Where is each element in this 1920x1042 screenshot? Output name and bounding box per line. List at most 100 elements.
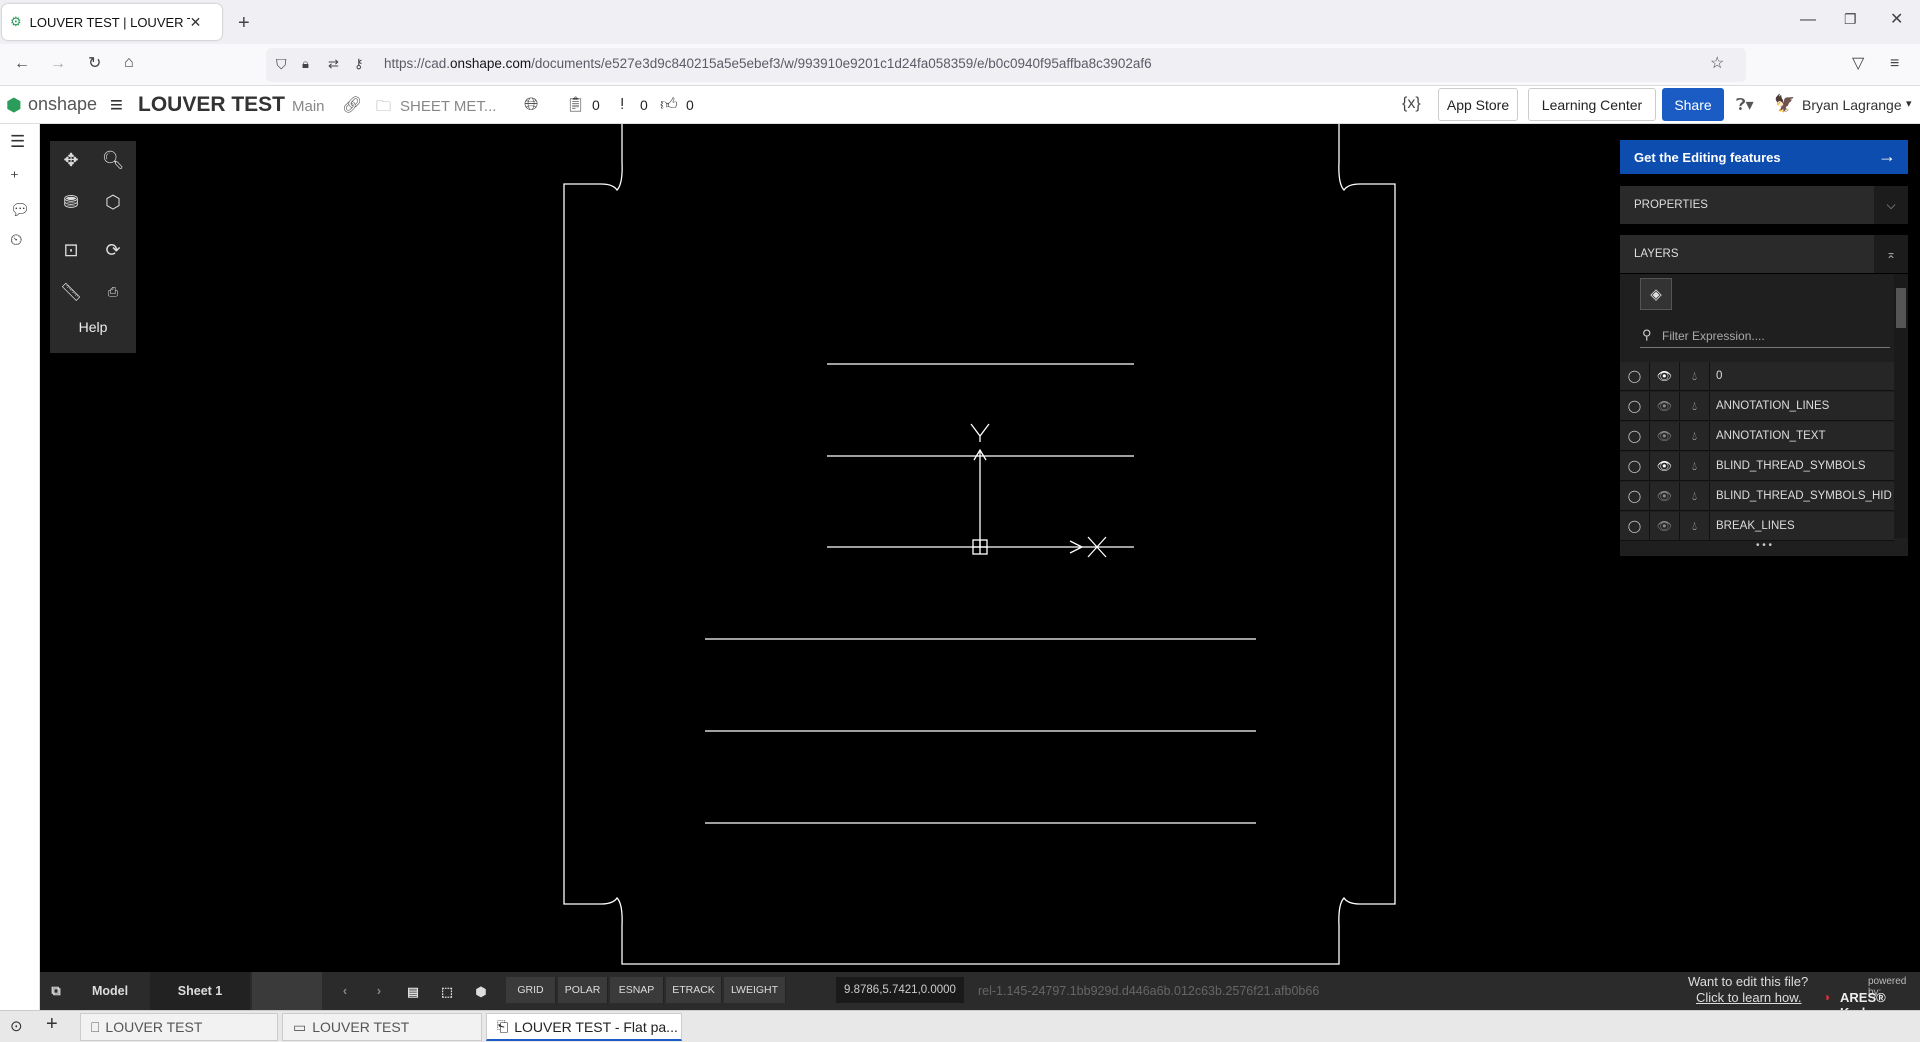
history-icon[interactable]: ⏲ [10,232,22,250]
branches-icon[interactable]: ⵑ [620,95,624,113]
variables-icon[interactable]: {x} [1402,95,1421,113]
help-icon[interactable]: ❓︎▾ [1736,95,1754,115]
layer-color-drop-icon[interactable]: 💧︎ [1680,481,1710,511]
forward-icon[interactable]: → [50,56,66,72]
add-tab-icon[interactable]: + [46,1013,58,1036]
layer-visibility-eye-icon[interactable]: 👁︎ [1650,481,1680,511]
tab-sheet-1[interactable]: Sheet 1 [150,972,250,1010]
layer-row[interactable]: ◯ 👁︎ 💧︎ BLIND_THREAD_SYMBOLS [1620,451,1894,481]
address-bar[interactable]: ⛉ 🔒︎ ⇄ ⚷ https://cad.onshape.com/documen… [266,48,1746,82]
layer-current-radio[interactable]: ◯ [1620,451,1650,481]
layer-name[interactable]: ANNOTATION_LINES [1710,400,1892,412]
expand-icon[interactable]: ⌵ [1874,186,1908,224]
layer-manager-icon[interactable]: ◈ [1640,278,1672,310]
layer-visibility-eye-icon[interactable]: 👁︎ [1650,421,1680,451]
grid-toggle[interactable]: GRID [506,977,556,1003]
hamburger-icon[interactable]: ≡ [110,92,123,118]
properties-header[interactable]: PROPERTIES ⌵ [1620,186,1908,224]
layout-icon[interactable]: ▤ [398,972,428,1010]
layer-name[interactable]: BLIND_THREAD_SYMBOLS_HIDDE [1710,490,1892,502]
prev-sheet-icon[interactable]: ‹ [330,972,360,1010]
tab-empty[interactable] [252,972,322,1010]
menu-icon[interactable]: ≡ [1890,56,1899,72]
pocket-icon[interactable]: ▽ [1852,56,1864,72]
home-icon[interactable]: ⌂ [124,55,134,71]
layer-color-drop-icon[interactable]: 💧︎ [1680,451,1710,481]
layer-color-drop-icon[interactable]: 💧︎ [1680,511,1710,541]
back-icon[interactable]: ← [14,56,30,72]
minimize-icon[interactable]: — [1800,12,1816,28]
3d-view-icon[interactable]: ⬢ [466,972,496,1010]
reload-icon[interactable]: ↻ [88,56,101,72]
layer-current-radio[interactable]: ◯ [1620,511,1650,541]
editing-features-banner[interactable]: Get the Editing features → [1620,140,1908,174]
zoom-icon[interactable]: 🔍︎ [98,145,128,175]
pan-icon[interactable]: ✥ [56,145,86,175]
layer-row[interactable]: ◯ 👁︎ 💧︎ BREAK_LINES [1620,511,1894,541]
learn-link[interactable]: Click to learn how. [1696,990,1802,1005]
layer-row[interactable]: ◯ 👁︎ 💧︎ BLIND_THREAD_SYMBOLS_HIDDE [1620,481,1894,511]
regen-icon[interactable]: ⊡ [56,235,86,265]
layers-header[interactable]: LAYERS ⌅ [1620,235,1908,273]
layout-toggle-icon[interactable]: ⧉ [40,972,72,1010]
share-button[interactable]: Share [1662,88,1724,121]
view-cube-icon[interactable]: ⬡ [98,187,128,217]
comments-icon[interactable]: 💬︎ [10,200,30,220]
layer-current-radio[interactable]: ◯ [1620,481,1650,511]
measure-icon[interactable]: 📏︎ [56,277,86,307]
tab-model[interactable]: Model [72,972,148,1010]
document-title[interactable]: LOUVER TEST [138,93,285,117]
link-icon[interactable]: 🔗︎ [342,95,362,115]
next-sheet-icon[interactable]: › [364,972,394,1010]
layer-row[interactable]: ◯ 👁︎ 💧︎ ANNOTATION_TEXT [1620,421,1894,451]
doc-tab-3[interactable]: ⎗ LOUVER TEST - Flat pa... [486,1013,682,1041]
pdf-export-icon[interactable]: ⎙ [98,277,128,307]
browser-tab[interactable]: ⚙ LOUVER TEST | LOUVER TEST - F ✕ [2,4,222,40]
restore-icon[interactable]: ❐ [1844,12,1857,26]
layer-name[interactable]: BREAK_LINES [1710,520,1892,532]
named-views-icon[interactable]: ⛃ [56,187,86,217]
esnap-toggle[interactable]: ESNAP [610,977,664,1003]
layer-visibility-eye-icon[interactable]: 👁︎ [1650,391,1680,421]
user-menu-chevron-icon[interactable]: ▾ [1906,97,1912,110]
close-window-icon[interactable]: ✕ [1890,12,1903,28]
bookmark-star-icon[interactable]: ☆ [1710,56,1724,72]
permissions-icon[interactable]: ⇄ [328,57,339,70]
key-icon[interactable]: ⚷ [354,57,364,70]
new-tab-icon[interactable]: + [238,13,250,33]
layer-color-drop-icon[interactable]: 💧︎ [1680,391,1710,421]
user-name[interactable]: Bryan Lagrange [1802,97,1902,113]
snap-mode-icon[interactable]: ⬚ [432,972,462,1010]
layer-visibility-eye-icon[interactable]: 👁︎ [1650,451,1680,481]
doc-tab-2[interactable]: ▭ LOUVER TEST [282,1013,482,1041]
layer-current-radio[interactable]: ◯ [1620,361,1650,391]
filter-expression-input[interactable]: ⚲ Filter Expression.... [1640,326,1890,348]
layer-row[interactable]: ◯ 👁︎ 💧︎ ANNOTATION_LINES [1620,391,1894,421]
layer-color-drop-icon[interactable]: 💧︎ [1680,421,1710,451]
layer-current-radio[interactable]: ◯ [1620,391,1650,421]
layer-name[interactable]: 0 [1710,370,1892,382]
layer-visibility-eye-icon[interactable]: 👁︎ [1650,361,1680,391]
like-icon[interactable]: 👍︎ [660,94,678,115]
more-layers-icon[interactable]: • • • [1620,540,1908,551]
layer-name[interactable]: BLIND_THREAD_SYMBOLS [1710,460,1892,472]
scrollbar[interactable] [1894,274,1908,538]
layer-visibility-eye-icon[interactable]: 👁︎ [1650,511,1680,541]
lweight-toggle[interactable]: LWEIGHT [724,977,786,1003]
polar-toggle[interactable]: POLAR [558,977,608,1003]
insert-icon[interactable]: ⁺ [10,168,19,188]
layer-name[interactable]: ANNOTATION_TEXT [1710,430,1892,442]
collapse-icon[interactable]: ⌅ [1874,235,1908,273]
close-tab-icon[interactable]: ✕ [190,14,202,31]
versions-icon[interactable]: 📋︎ [566,95,585,113]
avatar[interactable]: 🦅 [1774,94,1795,114]
globe-icon[interactable]: 🌐︎ [524,94,538,115]
layer-current-radio[interactable]: ◯ [1620,421,1650,451]
layer-row[interactable]: ◯ 👁︎ 💧︎ 0 [1620,361,1894,391]
feature-list-icon[interactable]: ☰ [10,132,25,152]
layer-color-drop-icon[interactable]: 💧︎ [1680,361,1710,391]
etrack-toggle[interactable]: ETRACK [666,977,722,1003]
tab-manager-icon[interactable]: ⊙ [10,1017,23,1035]
app-store-button[interactable]: App Store [1438,88,1518,121]
folder-name[interactable]: SHEET MET... [400,98,496,115]
